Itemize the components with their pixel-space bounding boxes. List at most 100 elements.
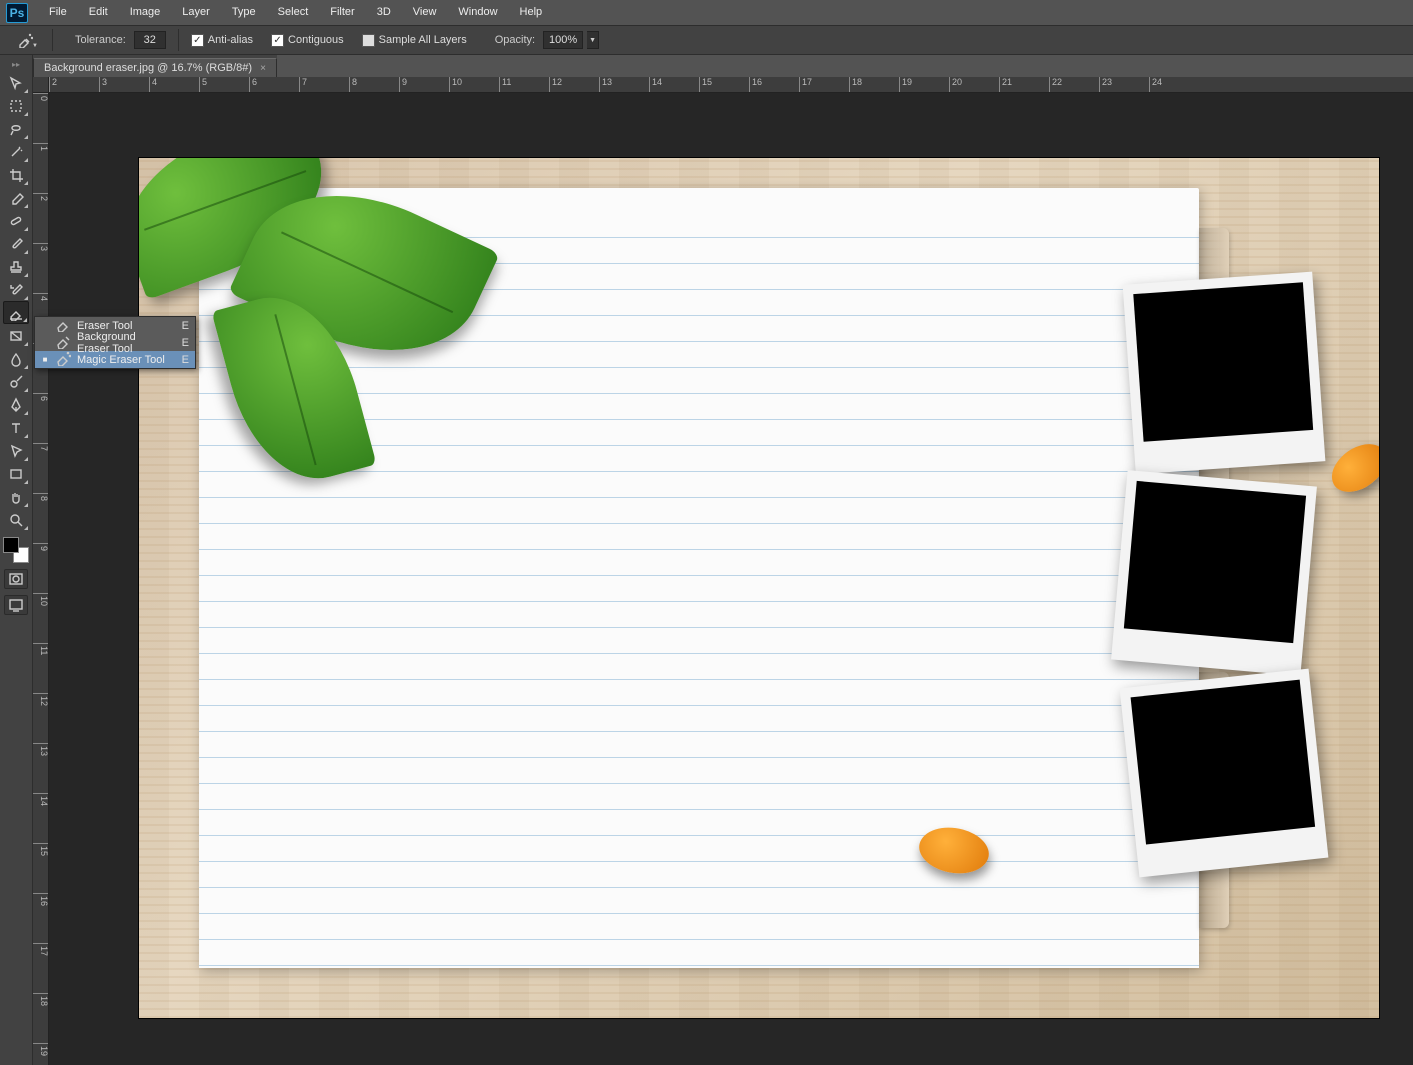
tools-panel: ▸▸ bbox=[0, 55, 33, 1065]
tool-lasso[interactable] bbox=[3, 117, 29, 140]
active-indicator: ■ bbox=[41, 355, 49, 364]
foreground-color-swatch[interactable] bbox=[3, 537, 19, 553]
opacity-dropdown[interactable]: ▼ bbox=[587, 31, 599, 49]
tool-eraser[interactable] bbox=[3, 301, 29, 324]
ruler-tick: 13 bbox=[33, 743, 49, 793]
tolerance-input[interactable] bbox=[134, 31, 166, 49]
document-canvas[interactable] bbox=[139, 158, 1379, 1018]
tool-clone-stamp[interactable] bbox=[3, 255, 29, 278]
ruler-tick: 14 bbox=[649, 77, 699, 93]
history-brush-icon bbox=[8, 282, 24, 298]
ruler-tick: 8 bbox=[349, 77, 399, 93]
divider bbox=[178, 29, 179, 51]
tool-blur[interactable] bbox=[3, 347, 29, 370]
menu-window[interactable]: Window bbox=[447, 0, 508, 25]
ruler-tick: 3 bbox=[99, 77, 149, 93]
tool-zoom[interactable] bbox=[3, 508, 29, 531]
screen-icon bbox=[8, 597, 24, 613]
tool-pen[interactable] bbox=[3, 393, 29, 416]
flyout-item-magic-eraser[interactable]: ■ Magic Eraser Tool E bbox=[35, 351, 195, 368]
gradient-icon bbox=[8, 328, 24, 344]
flyout-item-background-eraser[interactable]: Background Eraser Tool E bbox=[35, 334, 195, 351]
menu-view[interactable]: View bbox=[402, 0, 448, 25]
mask-icon bbox=[8, 571, 24, 587]
ruler-tick: 2 bbox=[33, 193, 49, 243]
tool-marquee[interactable] bbox=[3, 94, 29, 117]
ruler-tick: 6 bbox=[33, 393, 49, 443]
arrow-cursor-icon bbox=[8, 443, 24, 459]
brush-icon bbox=[8, 236, 24, 252]
sample-all-label: Sample All Layers bbox=[379, 34, 467, 46]
tool-dodge[interactable] bbox=[3, 370, 29, 393]
tool-shape[interactable] bbox=[3, 462, 29, 485]
document-tab[interactable]: Background eraser.jpg @ 16.7% (RGB/8#) × bbox=[33, 58, 277, 77]
ruler-tick: 24 bbox=[1149, 77, 1199, 93]
screen-mode-button[interactable] bbox=[4, 595, 28, 615]
ruler-tick: 9 bbox=[33, 543, 49, 593]
tool-move[interactable] bbox=[3, 71, 29, 94]
eraser-tool-flyout: Eraser Tool E Background Eraser Tool E ■… bbox=[34, 316, 196, 369]
ruler-tick: 13 bbox=[599, 77, 649, 93]
panel-collapse-grip[interactable]: ▸▸ bbox=[2, 59, 30, 69]
tool-brush[interactable] bbox=[3, 232, 29, 255]
tool-magic-wand[interactable] bbox=[3, 140, 29, 163]
menu-type[interactable]: Type bbox=[221, 0, 267, 25]
sample-all-layers-checkbox[interactable]: Sample All Layers bbox=[362, 34, 467, 47]
ruler-tick: 0 bbox=[33, 93, 49, 143]
magic-wand-icon bbox=[8, 144, 24, 160]
ruler-tick: 10 bbox=[33, 593, 49, 643]
menu-layer[interactable]: Layer bbox=[171, 0, 221, 25]
current-tool-preset[interactable]: ▼ bbox=[10, 29, 40, 51]
ruler-tick: 18 bbox=[33, 993, 49, 1043]
opacity-input[interactable] bbox=[543, 31, 583, 49]
vertical-ruler[interactable]: 012345678910111213141516171819 bbox=[33, 93, 49, 1065]
app-logo: Ps bbox=[6, 3, 28, 23]
type-icon bbox=[8, 420, 24, 436]
marquee-icon bbox=[8, 98, 24, 114]
tool-eyedropper[interactable] bbox=[3, 186, 29, 209]
menu-select[interactable]: Select bbox=[267, 0, 320, 25]
ruler-tick: 14 bbox=[33, 793, 49, 843]
ruler-tick: 5 bbox=[199, 77, 249, 93]
tool-path-selection[interactable] bbox=[3, 439, 29, 462]
tool-crop[interactable] bbox=[3, 163, 29, 186]
ruler-tick: 17 bbox=[33, 943, 49, 993]
ruler-tick: 8 bbox=[33, 493, 49, 543]
ruler-tick: 2 bbox=[49, 77, 99, 93]
polaroid-frame bbox=[1111, 470, 1317, 676]
menu-edit[interactable]: Edit bbox=[78, 0, 119, 25]
lasso-icon bbox=[8, 121, 24, 137]
color-swatches[interactable] bbox=[3, 537, 29, 563]
contiguous-checkbox[interactable]: ✓ Contiguous bbox=[271, 34, 344, 47]
bandage-icon bbox=[8, 213, 24, 229]
eyedropper-icon bbox=[8, 190, 24, 206]
canvas-area[interactable] bbox=[49, 93, 1413, 1065]
menu-3d[interactable]: 3D bbox=[366, 0, 402, 25]
ruler-origin[interactable] bbox=[33, 77, 49, 93]
ruler-tick: 12 bbox=[33, 693, 49, 743]
close-icon[interactable]: × bbox=[260, 63, 266, 74]
checkbox-icon: ✓ bbox=[191, 34, 204, 47]
contiguous-label: Contiguous bbox=[288, 34, 344, 46]
ruler-tick: 21 bbox=[999, 77, 1049, 93]
tool-healing-brush[interactable] bbox=[3, 209, 29, 232]
ruler-tick: 10 bbox=[449, 77, 499, 93]
menu-image[interactable]: Image bbox=[119, 0, 172, 25]
ruler-tick: 7 bbox=[33, 443, 49, 493]
ruler-tick: 20 bbox=[949, 77, 999, 93]
tolerance-label: Tolerance: bbox=[75, 34, 126, 46]
ruler-tick: 4 bbox=[149, 77, 199, 93]
horizontal-ruler[interactable]: 23456789101112131415161718192021222324 bbox=[49, 77, 1413, 93]
menu-bar: Ps File Edit Image Layer Type Select Fil… bbox=[0, 0, 1413, 25]
menu-file[interactable]: File bbox=[38, 0, 78, 25]
ruler-tick: 19 bbox=[33, 1043, 49, 1065]
tool-type[interactable] bbox=[3, 416, 29, 439]
quick-mask-toggle[interactable] bbox=[4, 569, 28, 589]
tool-history-brush[interactable] bbox=[3, 278, 29, 301]
polaroid-frame bbox=[1123, 272, 1326, 475]
tool-gradient[interactable] bbox=[3, 324, 29, 347]
tool-hand[interactable] bbox=[3, 485, 29, 508]
menu-help[interactable]: Help bbox=[509, 0, 554, 25]
menu-filter[interactable]: Filter bbox=[319, 0, 365, 25]
anti-alias-checkbox[interactable]: ✓ Anti-alias bbox=[191, 34, 253, 47]
